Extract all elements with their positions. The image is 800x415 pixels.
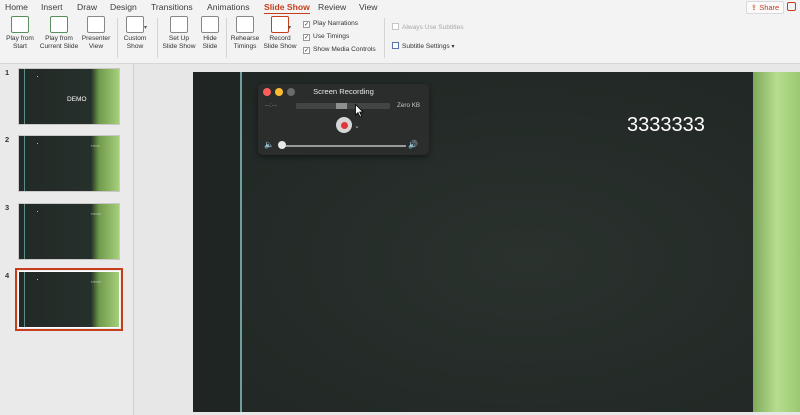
recording-time: --:-- (265, 103, 278, 109)
presenter-view-label: Presenter View (81, 35, 111, 50)
play-from-current-label: Play from Current Slide (39, 35, 79, 50)
slide-green-band (753, 72, 800, 412)
tab-design[interactable]: Design (110, 2, 137, 12)
recording-size: Zero KB (397, 102, 421, 109)
volume-slider-track[interactable] (281, 145, 406, 147)
ribbon-separator (117, 18, 118, 58)
chevron-down-icon[interactable]: ⌄ (354, 122, 360, 130)
tab-insert[interactable]: Insert (41, 2, 63, 12)
subtitle-settings-label: Subtitle Settings (402, 43, 450, 50)
subtitle-icon (392, 42, 399, 49)
show-media-controls-label: Show Media Controls (313, 46, 376, 53)
always-use-subtitles-label: Always Use Subtitles (402, 24, 464, 31)
custom-show-icon (126, 16, 144, 33)
custom-show-button[interactable]: Custom Show (120, 16, 150, 50)
screen-recording-panel[interactable]: Screen Recording --:-- Zero KB ⌄ 🔈 🔊 (258, 84, 429, 155)
play-narrations-label: Play Narrations (313, 20, 359, 27)
presenter-view-icon (87, 16, 105, 33)
play-from-start-label: Play from Start (6, 35, 34, 50)
comment-icon[interactable] (787, 2, 796, 11)
slide-thumbnails-pane: 1 DEMO 2 ▪▪▪▪▪▪ 3 ▪▪▪▪▪▪▪ 4 ▪▪▪▪▪▪▪ (0, 64, 134, 415)
play-from-current-button[interactable]: Play from Current Slide (38, 16, 80, 50)
tab-slide-show[interactable]: Slide Show (264, 2, 310, 15)
play-current-icon (50, 16, 68, 33)
ribbon-separator (226, 18, 227, 58)
volume-slider-knob[interactable] (278, 141, 286, 149)
play-icon (11, 16, 29, 33)
custom-show-label: Custom Show (123, 35, 147, 50)
show-media-controls-checkbox[interactable]: ✓ Show Media Controls (303, 45, 376, 54)
share-label: Share (759, 3, 780, 12)
hide-slide-label: Hide Slide (202, 35, 218, 50)
slide-number: 4 (5, 271, 10, 280)
rehearse-icon (236, 16, 254, 33)
volume-high-icon: 🔊 (408, 140, 418, 149)
record-slide-show-button[interactable]: Record Slide Show (261, 16, 299, 50)
tab-draw[interactable]: Draw (77, 2, 97, 12)
setup-icon (170, 16, 188, 33)
always-use-subtitles-checkbox[interactable]: Always Use Subtitles (392, 23, 464, 32)
use-timings-label: Use Timings (313, 33, 350, 40)
use-timings-checkbox[interactable]: ✓ Use Timings (303, 32, 349, 41)
tab-transitions[interactable]: Transitions (151, 2, 193, 12)
volume-low-icon: 🔈 (264, 140, 274, 149)
chevron-down-icon: ▾ (451, 44, 455, 50)
slide-number: 3 (5, 203, 10, 212)
slide-title-text[interactable]: 3333333 (627, 114, 705, 137)
checkmark-icon: ✓ (303, 47, 310, 54)
set-up-slide-show-button[interactable]: Set Up Slide Show (160, 16, 198, 50)
ribbon-tab-bar: Home Insert Draw Design Transitions Anim… (0, 0, 800, 15)
slide-thumbnail-4[interactable]: ▪▪▪▪▪▪▪ (15, 268, 123, 331)
play-from-start-button[interactable]: Play from Start (2, 16, 38, 50)
share-button[interactable]: ⇪ Share (746, 1, 784, 14)
slide-thumbnail-1[interactable]: DEMO (18, 68, 120, 125)
screen-recording-title: Screen Recording (313, 87, 374, 96)
subtitle-settings-button[interactable]: Subtitle Settings ▾ (392, 42, 455, 52)
slide-thumbnail-2[interactable]: ▪▪▪▪▪▪ (18, 135, 120, 192)
play-narrations-checkbox[interactable]: ✓ Play Narrations (303, 19, 358, 28)
record-button[interactable] (336, 117, 352, 133)
ribbon-separator (157, 18, 158, 58)
slide-accent-line (240, 72, 242, 412)
set-up-label: Set Up Slide Show (162, 35, 196, 50)
record-icon (271, 16, 289, 33)
tab-review[interactable]: Review (318, 2, 346, 12)
checkmark-icon: ✓ (303, 21, 310, 28)
chevron-down-icon[interactable]: ▾ (288, 24, 291, 31)
ribbon-separator (384, 18, 385, 58)
slide-number: 1 (5, 68, 10, 77)
checkmark-icon: ✓ (303, 34, 310, 41)
rehearse-timings-button[interactable]: Rehearse Timings (228, 16, 262, 50)
slide-thumbnail-3[interactable]: ▪▪▪▪▪▪▪ (18, 203, 120, 260)
presenter-view-button[interactable]: Presenter View (79, 16, 113, 50)
mouse-cursor-icon (355, 104, 364, 118)
share-icon: ⇪ (750, 3, 758, 12)
tab-home[interactable]: Home (5, 2, 28, 12)
thumbnail-title: DEMO (67, 96, 87, 103)
record-label: Record Slide Show (263, 35, 297, 50)
slide-left-band (193, 72, 240, 412)
slide-number: 2 (5, 135, 10, 144)
chevron-down-icon[interactable]: ▾ (144, 24, 147, 31)
tab-animations[interactable]: Animations (207, 2, 250, 12)
hide-slide-icon (201, 16, 219, 33)
tab-view[interactable]: View (359, 2, 377, 12)
hide-slide-button[interactable]: Hide Slide (197, 16, 223, 50)
audio-level-meter (296, 103, 390, 109)
ribbon-toolbar: Play from Start Play from Current Slide … (0, 14, 800, 64)
rehearse-label: Rehearse Timings (230, 35, 260, 50)
